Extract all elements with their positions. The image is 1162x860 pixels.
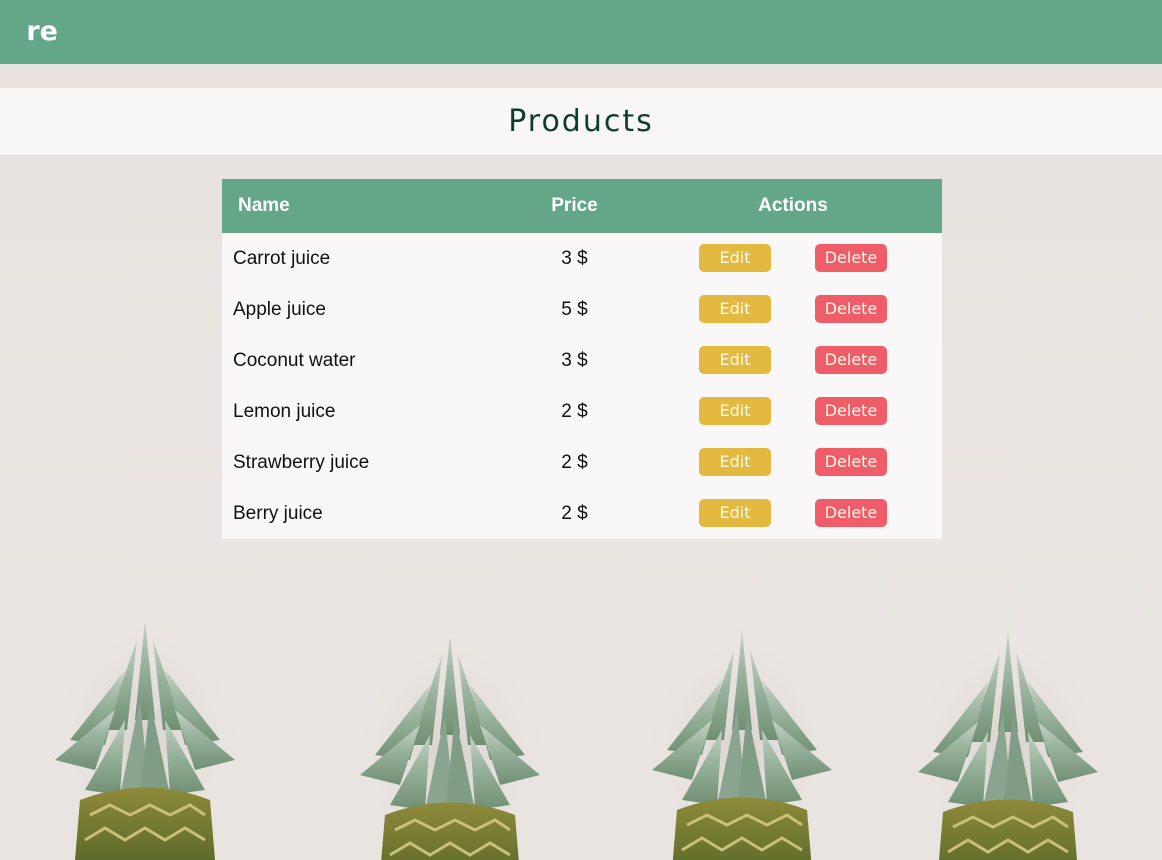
page-title: Products bbox=[508, 104, 654, 139]
edit-button[interactable]: Edit bbox=[699, 397, 771, 425]
table-row: Lemon juice 2 $ Edit Delete bbox=[222, 386, 942, 437]
product-price: 2 $ bbox=[561, 401, 588, 422]
table-header: Name Price Actions bbox=[222, 179, 942, 233]
table-row: Berry juice 2 $ Edit Delete bbox=[222, 488, 942, 539]
delete-button[interactable]: Delete bbox=[815, 295, 887, 323]
pineapple-background-image bbox=[48, 618, 1105, 860]
product-price: 2 $ bbox=[561, 503, 588, 524]
table-row: Strawberry juice 2 $ Edit Delete bbox=[222, 437, 942, 488]
product-name: Apple juice bbox=[233, 299, 326, 320]
top-navbar: re bbox=[0, 0, 1162, 64]
column-header-name: Name bbox=[238, 195, 290, 216]
product-name: Carrot juice bbox=[233, 248, 331, 269]
table-row: Carrot juice 3 $ Edit Delete bbox=[222, 233, 942, 284]
delete-button[interactable]: Delete bbox=[815, 448, 887, 476]
delete-button[interactable]: Delete bbox=[815, 397, 887, 425]
brand-title[interactable]: re bbox=[0, 13, 58, 51]
delete-button[interactable]: Delete bbox=[815, 499, 887, 527]
edit-button[interactable]: Edit bbox=[699, 499, 771, 527]
page-title-band: Products bbox=[0, 88, 1162, 155]
edit-button[interactable]: Edit bbox=[699, 244, 771, 272]
column-header-actions: Actions bbox=[758, 195, 828, 216]
edit-button[interactable]: Edit bbox=[699, 295, 771, 323]
product-name: Strawberry juice bbox=[233, 452, 370, 473]
delete-button[interactable]: Delete bbox=[815, 346, 887, 374]
delete-button[interactable]: Delete bbox=[815, 244, 887, 272]
product-name: Lemon juice bbox=[233, 401, 336, 422]
product-name: Coconut water bbox=[233, 350, 356, 371]
product-name: Berry juice bbox=[233, 503, 323, 524]
table-row: Coconut water 3 $ Edit Delete bbox=[222, 335, 942, 386]
product-price: 3 $ bbox=[561, 350, 588, 371]
column-header-price: Price bbox=[551, 195, 598, 216]
edit-button[interactable]: Edit bbox=[699, 346, 771, 374]
table-row: Apple juice 5 $ Edit Delete bbox=[222, 284, 942, 335]
product-price: 3 $ bbox=[561, 248, 588, 269]
edit-button[interactable]: Edit bbox=[699, 448, 771, 476]
products-table: Name Price Actions Carrot juice 3 $ Edit… bbox=[222, 179, 942, 539]
product-price: 5 $ bbox=[561, 299, 588, 320]
product-price: 2 $ bbox=[561, 452, 588, 473]
page: re Products Name Price Actions Carrot ju… bbox=[0, 0, 1162, 860]
